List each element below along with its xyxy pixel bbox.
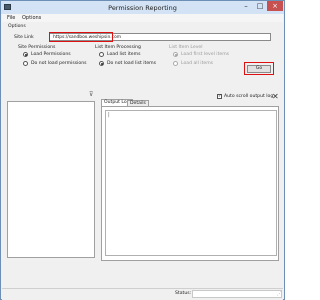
load-permissions-label: Load Permissions bbox=[31, 52, 71, 57]
filter-icon[interactable]: ⊽ bbox=[89, 91, 93, 98]
load-first-level-items-label: Load first level items bbox=[181, 52, 230, 57]
do-not-load-list-items-radio[interactable] bbox=[99, 61, 104, 66]
do-not-load-permissions-radio[interactable] bbox=[23, 61, 28, 66]
menu-options[interactable]: Options bbox=[22, 15, 41, 21]
list-item-processing-label: List Item Processing bbox=[95, 45, 141, 50]
output-log-panel: | bbox=[101, 106, 279, 261]
menu-bar: File Options bbox=[2, 14, 283, 22]
do-not-load-list-items-label: Do not load list items bbox=[107, 61, 157, 66]
check-icon: ✓ bbox=[218, 94, 222, 99]
text-caret: | bbox=[108, 112, 110, 118]
site-link-label: Site Link bbox=[14, 35, 34, 40]
output-log-textbox[interactable]: | bbox=[105, 110, 277, 256]
status-field bbox=[192, 290, 282, 298]
site-link-highlight bbox=[49, 32, 113, 42]
status-label: Status: bbox=[175, 291, 192, 296]
options-section-label: Options bbox=[8, 24, 26, 29]
title-bar: Permission Reporting – □ × bbox=[1, 1, 284, 14]
permission-reporting-window: Permission Reporting – □ × File Options … bbox=[0, 0, 285, 300]
menu-file[interactable]: File bbox=[7, 15, 15, 21]
minimize-button[interactable]: – bbox=[239, 1, 253, 11]
site-permissions-label: Site Permissions bbox=[18, 45, 56, 50]
load-all-items-radio[interactable] bbox=[173, 61, 178, 66]
list-item-level-label: List Item Level bbox=[169, 45, 203, 50]
status-bar: Status: bbox=[2, 288, 283, 300]
load-all-items-label: Load all items bbox=[181, 61, 214, 66]
close-window-button[interactable]: × bbox=[267, 1, 283, 11]
auto-scroll-label: Auto scroll output log bbox=[224, 94, 274, 99]
resize-grip-icon[interactable]: ⋰ bbox=[277, 291, 282, 297]
site-tree-panel[interactable] bbox=[7, 101, 95, 258]
load-list-items-radio[interactable] bbox=[99, 52, 104, 57]
load-list-items-label: Load list items bbox=[107, 52, 141, 57]
close-icon[interactable]: ✕ bbox=[272, 92, 279, 101]
load-first-level-items-radio[interactable] bbox=[173, 52, 178, 57]
maximize-button[interactable]: □ bbox=[253, 1, 267, 11]
go-button-highlight bbox=[244, 62, 274, 75]
auto-scroll-checkbox[interactable]: ✓ bbox=[217, 94, 222, 99]
do-not-load-permissions-label: Do not load permissions bbox=[31, 61, 87, 66]
load-permissions-radio[interactable] bbox=[23, 52, 28, 57]
